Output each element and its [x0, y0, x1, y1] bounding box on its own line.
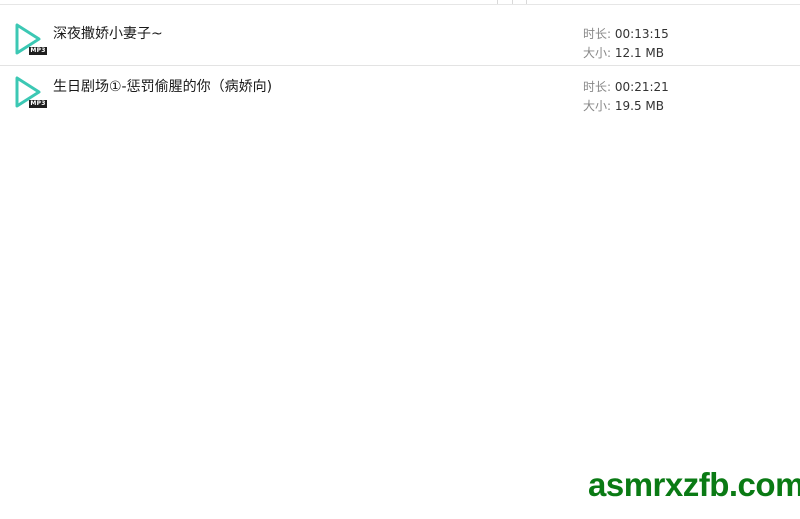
file-name[interactable]: 深夜撒娇小妻子~ [53, 23, 163, 43]
size-info: 大小: 12.1 MB [583, 44, 664, 61]
size-label: 大小: [583, 99, 612, 113]
size-info: 大小: 19.5 MB [583, 97, 664, 114]
file-row[interactable]: MP3 生日剧场①-惩罚偷腥的你（病娇向) 时长: 00:21:21 大小: 1… [0, 66, 800, 118]
mp3-file-icon: MP3 [13, 74, 47, 110]
duration-info: 时长: 00:21:21 [583, 78, 669, 95]
file-name[interactable]: 生日剧场①-惩罚偷腥的你（病娇向) [53, 76, 272, 96]
file-row[interactable]: MP3 深夜撒娇小妻子~ 时长: 00:13:15 大小: 12.1 MB [0, 13, 800, 66]
file-list: MP3 深夜撒娇小妻子~ 时长: 00:13:15 大小: 12.1 MB MP… [0, 13, 800, 118]
header-divider [526, 0, 527, 4]
duration-value: 00:21:21 [614, 80, 669, 94]
duration-info: 时长: 00:13:15 [583, 25, 669, 42]
duration-label: 时长: [583, 27, 612, 41]
size-label: 大小: [583, 46, 612, 60]
duration-value: 00:13:15 [614, 27, 669, 41]
header-divider [512, 0, 513, 4]
size-value: 19.5 MB [614, 99, 664, 113]
mp3-badge: MP3 [29, 47, 47, 55]
header-divider [497, 0, 498, 4]
mp3-badge: MP3 [29, 100, 47, 108]
mp3-file-icon: MP3 [13, 21, 47, 57]
watermark-text: asmrxzfb.com [588, 466, 800, 503]
header-strip [0, 0, 800, 5]
duration-label: 时长: [583, 80, 612, 94]
size-value: 12.1 MB [614, 46, 664, 60]
